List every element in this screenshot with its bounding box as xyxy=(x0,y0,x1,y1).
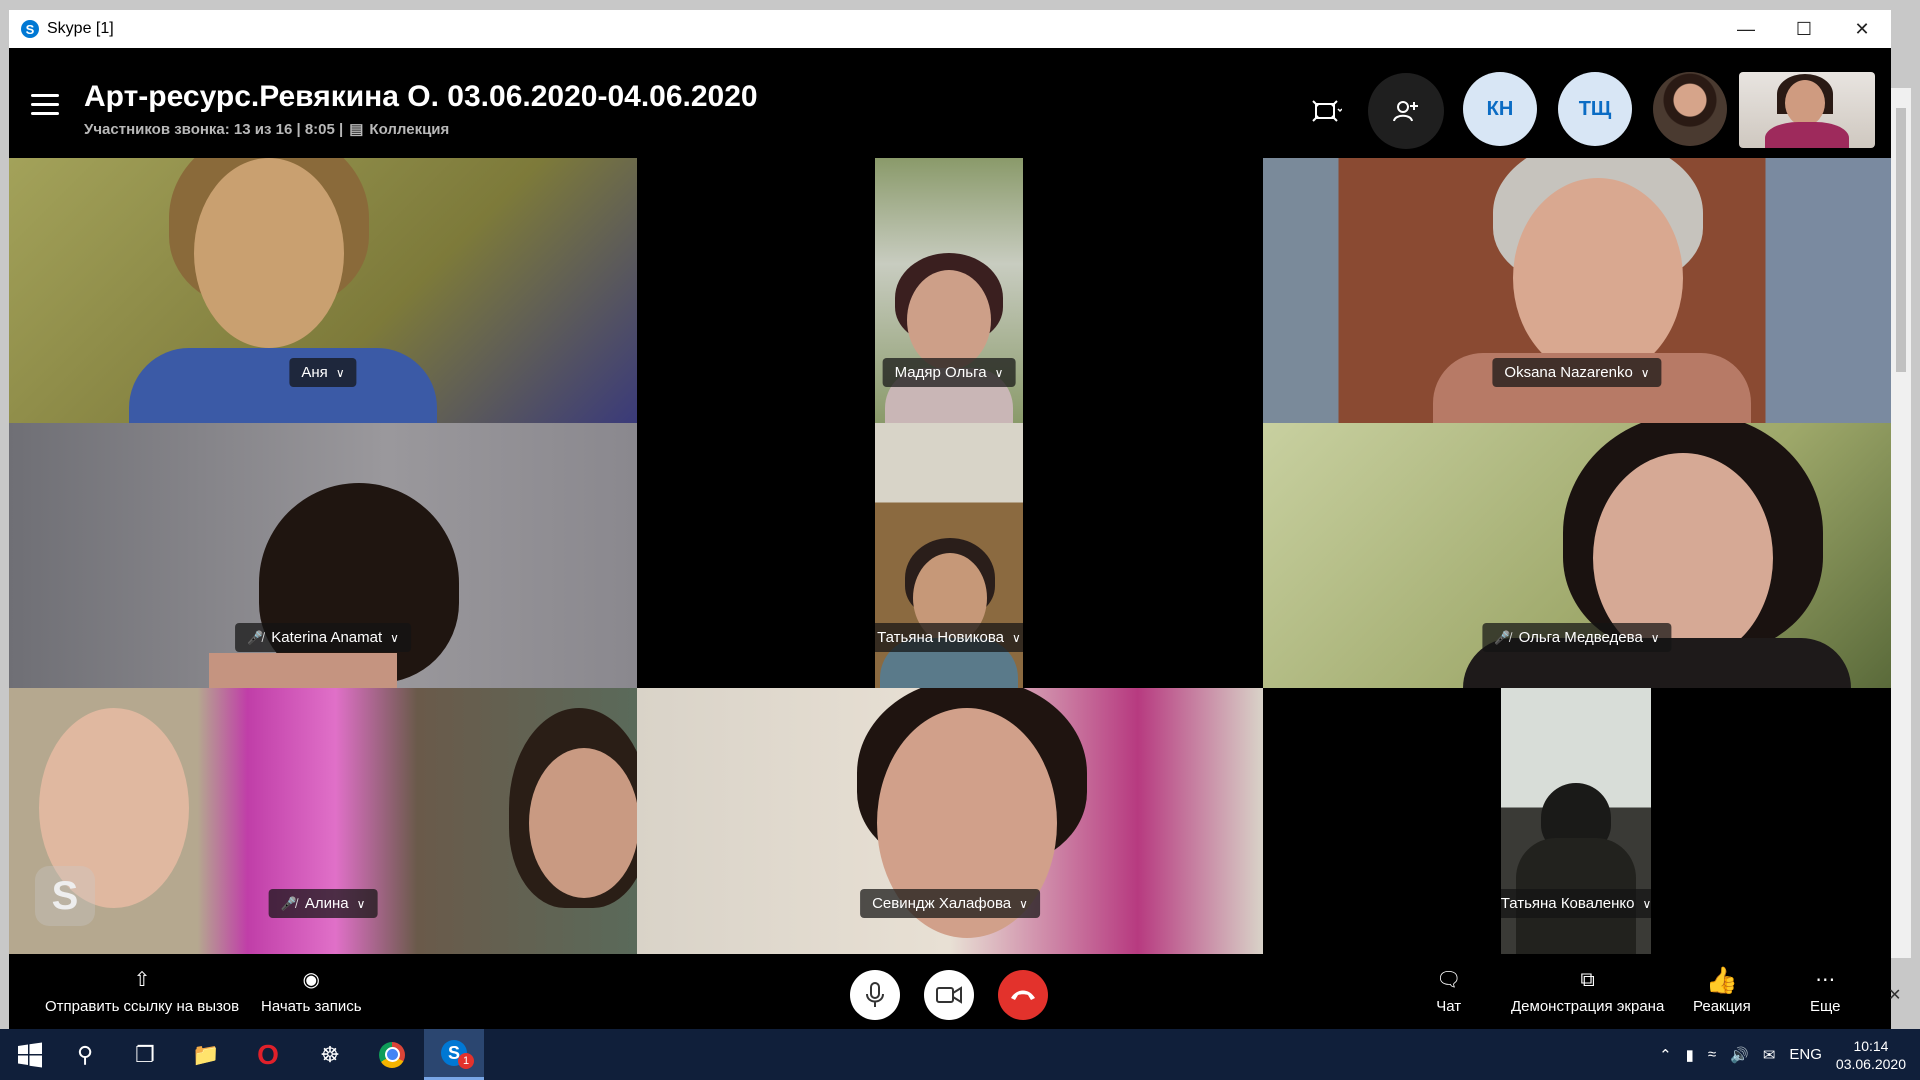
camera-button[interactable] xyxy=(924,970,974,1020)
participant-name[interactable]: Oksana Nazarenko ∨ xyxy=(1492,358,1662,387)
participant-name[interactable]: 🎤̸ Алина ∨ xyxy=(268,889,378,918)
chevron-down-icon: ∨ xyxy=(1012,630,1021,645)
microphone-button[interactable] xyxy=(850,970,900,1020)
video-tile[interactable]: S 🎤̸ Алина ∨ xyxy=(9,688,637,954)
call-controls: ⇧ Отправить ссылку на вызов ◉ Начать зап… xyxy=(9,954,1891,1029)
skype-logo-icon: S xyxy=(21,20,39,38)
thumbs-up-icon: 👍 xyxy=(1705,965,1739,995)
windows-icon xyxy=(18,1042,42,1067)
microphone-icon xyxy=(866,982,884,1007)
layout-icon xyxy=(1312,100,1342,122)
hang-up-icon xyxy=(1011,990,1035,1000)
chevron-down-icon: ∨ xyxy=(356,896,366,911)
app-icon[interactable]: ☸ xyxy=(300,1029,360,1080)
video-tile[interactable]: 🎤̸ Ольга Медведева ∨ xyxy=(1263,423,1891,688)
language-indicator[interactable]: ENG xyxy=(1789,1046,1822,1063)
mic-off-icon: 🎤̸ xyxy=(1494,629,1511,645)
skype-taskbar-icon[interactable]: S 1 xyxy=(424,1029,484,1080)
camera-icon xyxy=(936,986,962,1004)
chevron-down-icon: ∨ xyxy=(994,365,1004,380)
mic-off-icon: 🎤̸ xyxy=(280,895,297,911)
clock-date: 03.06.2020 xyxy=(1835,1055,1906,1072)
video-tile[interactable]: 🎤̸ Katerina Anamat ∨ xyxy=(9,423,637,688)
avatar[interactable]: ТЩ xyxy=(1558,72,1632,146)
avatar[interactable]: КН xyxy=(1463,72,1537,146)
participant-name[interactable]: Татьяна Новикова ∨ xyxy=(875,623,1023,652)
call-header: Арт-ресурс.Ревякина О. 03.06.2020-04.06.… xyxy=(9,48,1891,158)
chrome-icon[interactable] xyxy=(362,1029,422,1080)
participant-name[interactable]: 🎤̸ Katerina Anamat ∨ xyxy=(235,623,411,652)
system-tray: ⌃ ▮ ≈ 🔊 ✉ ENG 10:14 03.06.2020 xyxy=(1659,1029,1920,1080)
video-tile[interactable]: Аня ∨ xyxy=(9,158,637,423)
view-layout-button[interactable] xyxy=(1289,73,1365,149)
record-icon: ◉ xyxy=(302,969,320,991)
video-tile[interactable]: Oksana Nazarenko ∨ xyxy=(1263,158,1891,423)
title-bar: S Skype [1] — ☐ ✕ xyxy=(9,10,1891,49)
participants-count: Участников звонка: 13 из 16 | 8:05 | xyxy=(84,120,344,138)
task-view-icon[interactable]: ❐ xyxy=(115,1029,175,1080)
clock[interactable]: 10:14 03.06.2020 xyxy=(1836,1037,1906,1073)
avatar[interactable] xyxy=(1653,72,1727,146)
add-participant-button[interactable] xyxy=(1368,73,1444,149)
collection-icon: ▤ xyxy=(349,121,364,138)
video-tile[interactable]: Татьяна Коваленко ∨ xyxy=(1501,688,1651,954)
chevron-down-icon: ∨ xyxy=(1650,630,1660,645)
share-icon: ⇧ xyxy=(133,969,151,991)
notification-badge: 1 xyxy=(458,1053,474,1069)
video-tile[interactable]: Севиндж Халафова ∨ xyxy=(637,688,1263,954)
chat-button[interactable]: 🗨 Чат xyxy=(1436,954,1461,1029)
chevron-down-icon: ∨ xyxy=(1019,896,1028,911)
participant-name[interactable]: Аня ∨ xyxy=(289,358,357,387)
file-explorer-icon[interactable]: 📁 xyxy=(176,1029,236,1080)
menu-icon[interactable] xyxy=(31,94,59,116)
close-icon[interactable]: ✕ xyxy=(1888,985,1901,1005)
opera-icon[interactable]: O xyxy=(238,1029,298,1080)
skype-watermark-icon: S xyxy=(35,866,95,926)
call-title: Арт-ресурс.Ревякина О. 03.06.2020-04.06.… xyxy=(84,80,758,113)
minimize-button[interactable]: — xyxy=(1717,10,1775,48)
chevron-down-icon: ∨ xyxy=(1642,896,1651,911)
start-recording-button[interactable]: ◉ Начать запись xyxy=(261,954,362,1029)
chevron-down-icon: ∨ xyxy=(1640,365,1650,380)
screen-share-button[interactable]: ⧉ Демонстрация экрана xyxy=(1511,954,1664,1029)
share-link-button[interactable]: ⇧ Отправить ссылку на вызов xyxy=(45,954,239,1029)
battery-icon[interactable]: ▮ xyxy=(1686,1046,1694,1064)
chat-icon: 🗨 xyxy=(1436,969,1462,991)
reaction-button[interactable]: 👍 Реакция xyxy=(1693,954,1751,1029)
add-person-icon xyxy=(1393,101,1418,122)
participant-name[interactable]: Мадяр Ольга ∨ xyxy=(882,358,1016,387)
wifi-icon[interactable]: ≈ xyxy=(1708,1046,1716,1063)
chevron-up-icon[interactable]: ⌃ xyxy=(1659,1046,1672,1064)
participant-name[interactable]: Севиндж Халафова ∨ xyxy=(860,889,1040,918)
collection-link[interactable]: Коллекция xyxy=(369,121,449,138)
notification-icon[interactable]: ✉ xyxy=(1763,1046,1776,1064)
video-tile[interactable]: Мадяр Ольга ∨ xyxy=(875,158,1023,423)
screen-share-icon: ⧉ xyxy=(1580,969,1595,991)
scrollbar-thumb[interactable] xyxy=(1896,108,1906,372)
end-call-button[interactable] xyxy=(998,970,1048,1020)
video-tile[interactable]: Татьяна Новикова ∨ xyxy=(875,423,1023,688)
video-grid: Аня ∨ Мадяр Ольга ∨ Oksana Nazarenko ∨ 🎤… xyxy=(9,158,1891,954)
volume-icon[interactable]: 🔊 xyxy=(1730,1046,1749,1064)
windows-taskbar: ⚲ ❐ 📁 O ☸ S 1 ⌃ ▮ ≈ 🔊 ✉ ENG 10:14 03.06.… xyxy=(0,1029,1920,1080)
skype-window: S Skype [1] — ☐ ✕ Арт-ресурс.Ревякина О.… xyxy=(9,10,1891,1029)
close-button[interactable]: ✕ xyxy=(1833,10,1891,48)
chevron-down-icon: ∨ xyxy=(390,630,399,645)
mic-off-icon: 🎤̸ xyxy=(247,629,264,645)
window-title: Skype [1] xyxy=(47,20,114,37)
start-button[interactable] xyxy=(0,1029,60,1080)
maximize-button[interactable]: ☐ xyxy=(1775,10,1833,48)
more-button[interactable]: ⋯ Еще xyxy=(1810,954,1841,1029)
clock-time: 10:14 xyxy=(1853,1037,1889,1054)
more-icon: ⋯ xyxy=(1815,969,1836,991)
self-video-preview[interactable] xyxy=(1739,72,1875,148)
chevron-down-icon: ∨ xyxy=(335,365,345,380)
participant-name[interactable]: Татьяна Коваленко ∨ xyxy=(1501,889,1651,918)
participant-name[interactable]: 🎤̸ Ольга Медведева ∨ xyxy=(1482,623,1672,652)
call-subtitle: Участников звонка: 13 из 16 | 8:05 | ▤ К… xyxy=(84,120,449,139)
search-icon[interactable]: ⚲ xyxy=(55,1029,115,1080)
